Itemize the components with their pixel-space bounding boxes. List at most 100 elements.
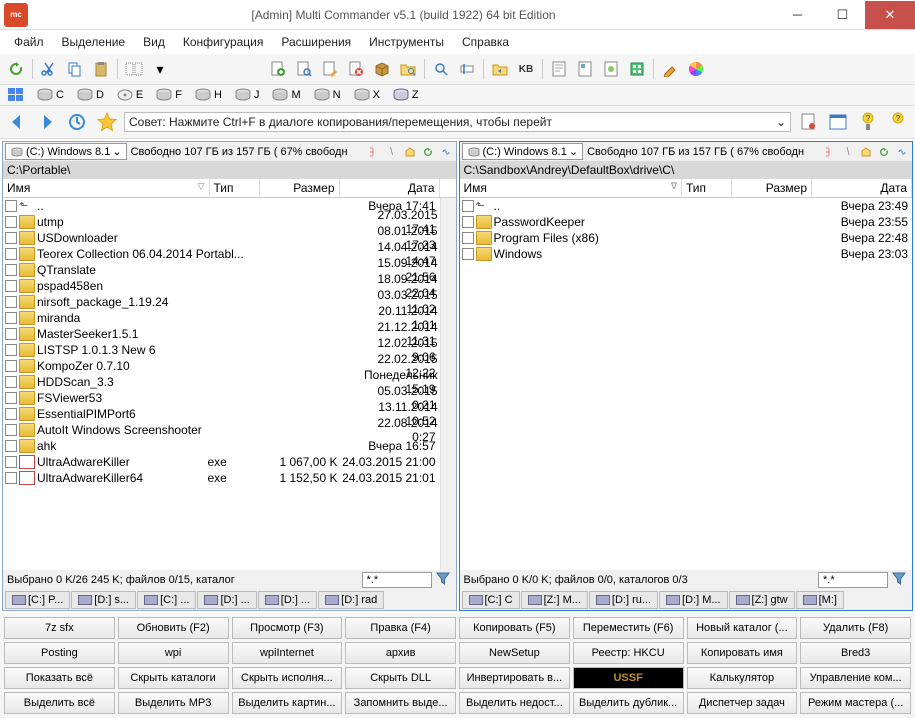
right-refresh-icon[interactable] [876, 144, 892, 160]
row-checkbox[interactable] [5, 456, 17, 468]
doc1-icon[interactable] [547, 57, 571, 81]
drive-n[interactable]: N [309, 87, 345, 103]
cmd-button[interactable]: Удалить (F8) [800, 617, 911, 639]
right-up-icon[interactable]: \ [840, 144, 856, 160]
row-checkbox[interactable] [5, 360, 17, 372]
panel-tab[interactable]: [D:] M... [659, 591, 728, 609]
file-row[interactable]: ahk Вчера 16:57 [3, 438, 440, 454]
kb-icon[interactable]: KB [514, 57, 538, 81]
menu-config[interactable]: Конфигурация [175, 33, 272, 51]
cmd-button[interactable]: Выделить всё [4, 692, 115, 714]
panel-tab[interactable]: [D:] s... [71, 591, 136, 609]
menu-extensions[interactable]: Расширения [273, 33, 359, 51]
panel-tab[interactable]: [C:] ... [137, 591, 196, 609]
cmd-button[interactable]: Выделить недост... [459, 692, 570, 714]
favorites-button[interactable] [94, 109, 120, 135]
drive-h[interactable]: H [190, 87, 226, 103]
right-home-icon[interactable] [858, 144, 874, 160]
cmd-button[interactable]: Переместить (F6) [573, 617, 684, 639]
cmd-button[interactable]: wpi [118, 642, 229, 664]
cmd-button[interactable]: Выделить дублик... [573, 692, 684, 714]
cmd-button[interactable]: Правка (F4) [345, 617, 456, 639]
row-checkbox[interactable] [5, 216, 17, 228]
right-funnel-icon[interactable] [892, 572, 908, 588]
file-view-icon[interactable] [292, 57, 316, 81]
row-checkbox[interactable] [5, 424, 17, 436]
help2-icon[interactable]: ? [885, 109, 911, 135]
cmd-button[interactable]: Копировать имя [687, 642, 798, 664]
panel-tool-icon[interactable] [825, 109, 851, 135]
doc2-icon[interactable] [573, 57, 597, 81]
cmd-button[interactable]: Режим мастера (... [800, 692, 911, 714]
row-checkbox[interactable] [5, 472, 17, 484]
close-button[interactable]: ✕ [865, 1, 915, 29]
row-checkbox[interactable] [5, 344, 17, 356]
cmd-button[interactable]: Диспетчер задач [687, 692, 798, 714]
cmd-button[interactable]: Обновить (F2) [118, 617, 229, 639]
left-col-date[interactable]: Дата [340, 179, 440, 197]
left-up-icon[interactable]: \ [384, 144, 400, 160]
left-col-ext[interactable]: Тип [210, 179, 260, 197]
drive-f[interactable]: F [151, 87, 186, 103]
row-checkbox[interactable] [5, 296, 17, 308]
cmd-button[interactable]: Запомнить выде... [345, 692, 456, 714]
panel-tab[interactable]: [C:] P... [5, 591, 70, 609]
cmd-button[interactable]: Управление ком... [800, 667, 911, 689]
cmd-button[interactable]: Просмотр (F3) [232, 617, 343, 639]
cmd-button[interactable]: Выделить MP3 [118, 692, 229, 714]
cmd-button[interactable]: Инвертировать в... [459, 667, 570, 689]
dropdown-arrow-icon[interactable]: ▾ [148, 57, 172, 81]
row-checkbox[interactable] [5, 312, 17, 324]
doc3-icon[interactable] [599, 57, 623, 81]
left-col-name[interactable]: Имя▽ [3, 179, 210, 197]
row-checkbox[interactable] [5, 328, 17, 340]
right-col-ext[interactable]: Тип [682, 179, 732, 197]
row-checkbox[interactable] [5, 200, 17, 212]
right-tree-icon[interactable] [822, 144, 838, 160]
panel-tab[interactable]: [Z:] gtw [729, 591, 795, 609]
doc-tool-icon[interactable] [795, 109, 821, 135]
panel-tab[interactable]: [C:] C [462, 591, 520, 609]
row-checkbox[interactable] [462, 200, 474, 212]
menu-file[interactable]: Файл [6, 33, 52, 51]
folder-nav-icon[interactable] [488, 57, 512, 81]
file-delete-icon[interactable] [344, 57, 368, 81]
menu-tools[interactable]: Инструменты [361, 33, 452, 51]
row-checkbox[interactable] [5, 232, 17, 244]
file-add-icon[interactable] [266, 57, 290, 81]
minimize-button[interactable]: ─ [775, 1, 820, 29]
maximize-button[interactable]: ☐ [820, 1, 865, 29]
panel-tab[interactable]: [Z:] M... [521, 591, 588, 609]
brush-icon[interactable] [658, 57, 682, 81]
registry-icon[interactable] [625, 57, 649, 81]
cmd-button[interactable]: Posting [4, 642, 115, 664]
cmd-button[interactable]: wpiInternet [232, 642, 343, 664]
cmd-button[interactable]: Скрыть каталоги [118, 667, 229, 689]
right-link-icon[interactable] [894, 144, 910, 160]
cmd-button[interactable]: 7z sfx [4, 617, 115, 639]
cmd-button[interactable]: Калькулятор [687, 667, 798, 689]
rename-icon[interactable] [455, 57, 479, 81]
windows-icon[interactable] [4, 87, 28, 103]
menu-help[interactable]: Справка [454, 33, 517, 51]
panel-tab[interactable]: [D:] ... [258, 591, 317, 609]
right-col-date[interactable]: Дата [812, 179, 912, 197]
menu-view[interactable]: Вид [135, 33, 173, 51]
file-edit-icon[interactable] [318, 57, 342, 81]
cmd-button[interactable]: Новый каталог (... [687, 617, 798, 639]
folder-search-icon[interactable] [396, 57, 420, 81]
drive-x[interactable]: X [349, 87, 384, 103]
left-drive-selector[interactable]: (C:) Windows 8.1 ⌄ [5, 143, 127, 160]
file-row[interactable]: PasswordKeeper Вчера 23:55 [460, 214, 913, 230]
drive-c[interactable]: C [32, 87, 68, 103]
left-tree-icon[interactable] [366, 144, 382, 160]
file-row[interactable]: ⬑ .. Вчера 23:49 [460, 198, 913, 214]
file-row[interactable]: Program Files (x86) Вчера 22:48 [460, 230, 913, 246]
right-file-list[interactable]: ⬑ .. Вчера 23:49 PasswordKeeper Вчера 23… [460, 198, 913, 570]
panel-tab[interactable]: [D:] ... [197, 591, 256, 609]
right-drive-selector[interactable]: (C:) Windows 8.1 ⌄ [462, 143, 584, 160]
pack-icon[interactable] [370, 57, 394, 81]
history-button[interactable] [64, 109, 90, 135]
cmd-button[interactable]: Скрыть исполня... [232, 667, 343, 689]
cmd-button[interactable]: Скрыть DLL [345, 667, 456, 689]
